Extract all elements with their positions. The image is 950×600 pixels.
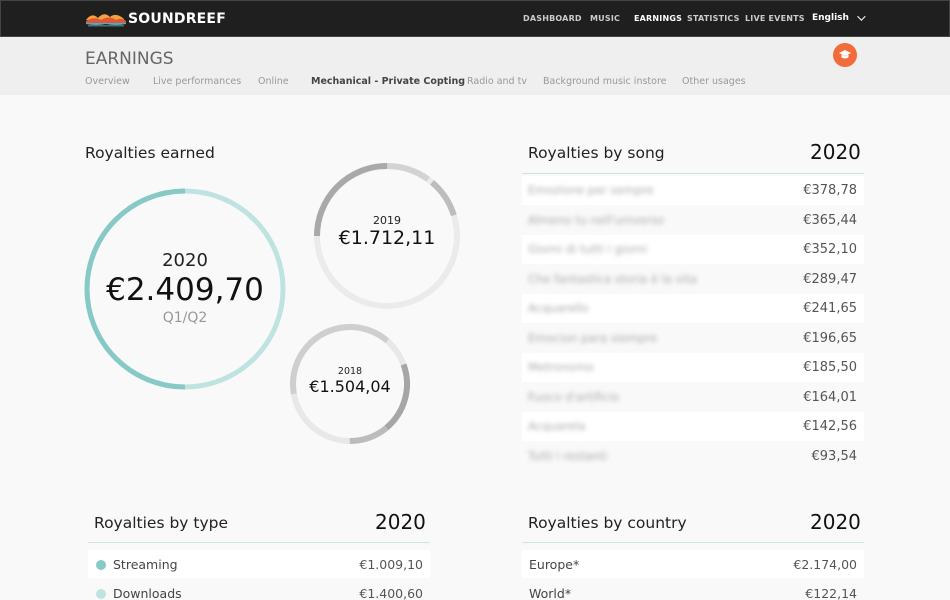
- divider: [522, 542, 864, 543]
- song-row: Fuoco d'artificio €164,01: [522, 383, 864, 412]
- song-row: Tutti i restanti €93,54: [522, 442, 864, 471]
- song-name: Emocion para siempre: [528, 330, 658, 345]
- song-name: Emozione per sempre: [528, 183, 654, 197]
- earnings-2020-period: Q1/Q2: [162, 310, 208, 326]
- song-value: €378,78: [803, 183, 857, 198]
- nav-earnings[interactable]: EARNINGS: [634, 14, 682, 23]
- earnings-2020-amount: €2.409,70: [106, 272, 264, 308]
- royalties-by-country-title: Royalties by country: [528, 514, 687, 532]
- tab-mechanical-private-copting[interactable]: Mechanical - Private Copting: [311, 76, 465, 87]
- song-value: €352,10: [803, 242, 857, 257]
- graduation-cap-icon: [839, 50, 851, 59]
- earnings-2018-amount: €1.504,04: [309, 377, 391, 396]
- royalties-by-country-year: 2020: [810, 510, 861, 534]
- song-value: €241,65: [803, 301, 857, 316]
- song-name: Almeno tu nell'universo: [528, 212, 665, 227]
- royalties-by-type-year: 2020: [375, 510, 426, 534]
- earnings-2019-year: 2019: [373, 214, 401, 227]
- type-row-label: Streaming: [113, 557, 178, 572]
- type-row-streaming: Streaming €1.009,10: [88, 550, 430, 578]
- song-value: €185,50: [803, 360, 857, 375]
- country-row-value: €122,14: [805, 586, 857, 600]
- song-name: Giorni di tutti i giorni: [528, 242, 648, 256]
- earnings-2019-amount: €1.712,11: [338, 227, 436, 249]
- type-row-label: Downloads: [113, 586, 182, 600]
- song-row: Emocion para siempre €196,65: [522, 324, 864, 353]
- song-row: Giorni di tutti i giorni €352,10: [522, 235, 864, 264]
- song-name: Acquarello: [528, 301, 589, 315]
- nav-live-events[interactable]: LIVE EVENTS: [745, 14, 805, 23]
- main-nav: DASHBOARD MUSIC EARNINGS STATISTICS LIVE…: [1, 14, 950, 26]
- song-value: €289,47: [803, 271, 857, 287]
- tutorial-button[interactable]: [833, 43, 857, 67]
- song-row: Emozione per sempre €378,78: [522, 176, 864, 205]
- streaming-legend-dot: [96, 560, 106, 570]
- song-value: €196,65: [803, 330, 857, 346]
- song-name: Tutti i restanti: [528, 448, 608, 463]
- earnings-2018-year: 2018: [337, 366, 363, 377]
- song-name: Metronomo: [528, 360, 594, 374]
- song-name: Fuoco d'artificio: [528, 389, 620, 404]
- tab-other-usages[interactable]: Other usages: [682, 76, 746, 87]
- country-row-europe: Europe* €2.174,00: [522, 550, 864, 578]
- divider: [522, 173, 864, 174]
- tab-live-performances[interactable]: Live performances: [153, 76, 241, 87]
- type-row-downloads: Downloads €1.400,60: [88, 579, 430, 600]
- tab-online[interactable]: Online: [258, 76, 289, 87]
- language-selector[interactable]: English: [812, 12, 866, 23]
- song-row: Acquarela €142,56: [522, 412, 864, 441]
- nav-statistics[interactable]: STATISTICS: [687, 14, 740, 23]
- country-row-world: World* €122,14: [522, 579, 864, 600]
- earnings-2020-year: 2020: [162, 250, 208, 271]
- earnings-2020: 2020 €2.409,70 Q1/Q2: [105, 250, 265, 326]
- song-value: €93,54: [811, 448, 858, 464]
- royalties-earned-title: Royalties earned: [85, 144, 215, 162]
- earnings-2018: 2018 €1.504,04: [300, 366, 400, 396]
- nav-music[interactable]: MUSIC: [590, 14, 620, 23]
- divider: [88, 542, 430, 543]
- type-row-value: €1.400,60: [359, 586, 423, 600]
- country-row-label: Europe*: [529, 557, 580, 572]
- earnings-header: EARNINGS Overview Live performances Onli…: [0, 37, 950, 95]
- song-name: Acquarela: [528, 419, 586, 433]
- language-label: English: [812, 13, 849, 23]
- top-navigation-bar: SOUNDREEF DASHBOARD MUSIC EARNINGS STATI…: [0, 0, 950, 37]
- song-value: €142,56: [803, 419, 857, 434]
- royalties-by-song-year: 2020: [810, 140, 861, 164]
- downloads-legend-dot: [96, 589, 106, 599]
- song-value: €164,01: [803, 389, 857, 405]
- earnings-2019: 2019 €1.712,11: [327, 214, 447, 249]
- song-row: Almeno tu nell'universo €365,44: [522, 206, 864, 235]
- song-row: Che fantastica storia è la vita €289,47: [522, 265, 864, 294]
- royalties-by-song-title: Royalties by song: [528, 144, 665, 162]
- tab-radio-and-tv[interactable]: Radio and tv: [467, 76, 527, 87]
- tab-background-music-instore[interactable]: Background music instore: [543, 76, 667, 87]
- song-row: Acquarello €241,65: [522, 294, 864, 323]
- royalties-by-type-title: Royalties by type: [94, 514, 229, 532]
- song-row: Metronomo €185,50: [522, 353, 864, 382]
- nav-dashboard[interactable]: DASHBOARD: [523, 14, 582, 23]
- tab-overview[interactable]: Overview: [85, 76, 130, 87]
- song-value: €365,44: [803, 212, 857, 228]
- page-title: EARNINGS: [85, 49, 174, 69]
- song-name: Che fantastica storia è la vita: [528, 271, 698, 286]
- country-row-label: World*: [529, 586, 572, 600]
- country-row-value: €2.174,00: [793, 557, 857, 572]
- type-row-value: €1.009,10: [359, 557, 423, 572]
